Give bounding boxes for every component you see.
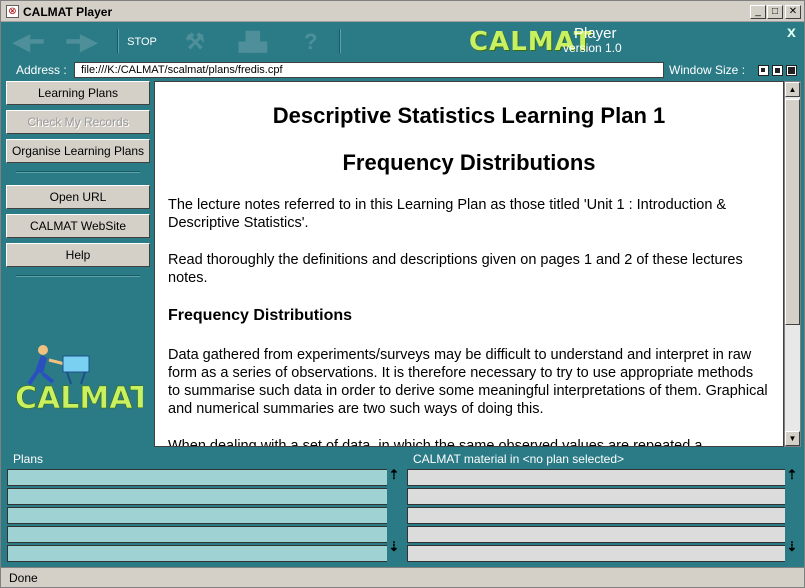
calmat-app-icon[interactable]: ⊗ <box>6 5 19 18</box>
list-item[interactable] <box>407 545 787 562</box>
scroll-down-arrow-icon[interactable]: ⇣ <box>387 539 401 555</box>
page-subtitle: Frequency Distributions <box>342 150 596 175</box>
chart-icon[interactable]: ▟▙ <box>239 29 267 55</box>
scroll-up-arrow-icon[interactable]: ▲ <box>785 82 800 97</box>
check-my-records-button[interactable]: Check My Records <box>6 110 150 134</box>
list-item[interactable] <box>7 488 389 505</box>
list-item[interactable] <box>407 507 787 524</box>
paragraph-dealing-with-data: When dealing with a set of data, in whic… <box>168 438 703 447</box>
window-size-large-button[interactable] <box>786 65 797 76</box>
tools-icon[interactable]: ⚒ <box>185 29 205 55</box>
list-item[interactable] <box>7 545 389 562</box>
open-url-button[interactable]: Open URL <box>6 185 150 209</box>
toolbar-separator <box>117 29 119 53</box>
logo-version-text: version 1.0 <box>563 41 622 55</box>
logo-player-text: Player <box>574 25 617 42</box>
toolbar: ◀━ ━▶ STOP ⚒ ▟▙ ? CALMAT Player version … <box>1 23 804 61</box>
material-list[interactable]: ⇡ ⇣ <box>405 467 801 565</box>
calmat-website-button[interactable]: CALMAT WebSite <box>6 214 150 238</box>
list-item[interactable] <box>407 488 787 505</box>
toolbar-separator <box>339 29 341 53</box>
close-button[interactable]: ✕ <box>785 5 801 19</box>
page-title: Descriptive Statistics Learning Plan 1 <box>272 103 666 128</box>
sidebar-divider <box>16 171 140 173</box>
minimize-button[interactable]: _ <box>750 5 766 19</box>
sidebar-divider <box>16 275 140 277</box>
close-x-icon[interactable]: x <box>787 24 796 42</box>
plans-label: Plans <box>13 452 44 466</box>
list-item[interactable] <box>7 526 389 543</box>
list-item[interactable] <box>7 469 389 486</box>
list-item[interactable] <box>407 469 787 486</box>
content-scrollbar[interactable]: ▲ ▼ <box>784 81 801 447</box>
maximize-button[interactable]: □ <box>767 5 783 19</box>
question-icon[interactable]: ? <box>304 29 317 55</box>
help-button[interactable]: Help <box>6 243 150 267</box>
window-size-small-button[interactable] <box>758 65 769 76</box>
scroll-down-arrow-icon[interactable]: ▼ <box>785 431 800 446</box>
list-item[interactable] <box>407 526 787 543</box>
material-scrollbar[interactable]: ⇡ ⇣ <box>785 467 799 565</box>
plans-list[interactable]: ⇡ ⇣ <box>5 467 401 565</box>
window-size-label: Window Size : <box>669 63 746 77</box>
section-heading: Frequency Distributions <box>168 307 353 324</box>
content-pane: Descriptive Statistics Learning Plan 1 F… <box>154 81 784 447</box>
forward-arrow-icon[interactable]: ━▶ <box>67 29 97 55</box>
organise-learning-plans-button[interactable]: Organise Learning Plans <box>6 139 150 163</box>
scroll-up-arrow-icon[interactable]: ⇡ <box>785 467 799 483</box>
list-item[interactable] <box>7 507 389 524</box>
paragraph-read-definitions: Read thoroughly the definitions and desc… <box>168 252 743 286</box>
address-bar: Address : file:///K:/CALMAT/scalmat/plan… <box>1 61 804 80</box>
paragraph-lecture-notes: The lecture notes referred to in this Le… <box>168 197 727 231</box>
plans-scrollbar[interactable]: ⇡ ⇣ <box>387 467 401 565</box>
calmat-logo-text: CALMAT <box>15 381 143 412</box>
scroll-down-arrow-icon[interactable]: ⇣ <box>785 539 799 555</box>
address-label: Address : <box>16 63 67 77</box>
sidebar: Learning Plans Check My Records Organise… <box>1 80 154 450</box>
title-bar: ⊗ CALMAT Player _ □ ✕ <box>1 1 804 22</box>
calmat-player-window: ⊗ CALMAT Player _ □ ✕ ◀━ ━▶ STOP ⚒ ▟▙ ? … <box>0 0 805 588</box>
status-text: Done <box>9 571 38 585</box>
learning-plans-button[interactable]: Learning Plans <box>6 81 150 105</box>
stop-button[interactable]: STOP <box>125 32 159 52</box>
scroll-up-arrow-icon[interactable]: ⇡ <box>387 467 401 483</box>
window-title: CALMAT Player <box>23 5 113 19</box>
material-label: CALMAT material in <no plan selected> <box>413 452 625 466</box>
back-arrow-icon[interactable]: ◀━ <box>13 29 43 55</box>
status-bar: Done <box>1 567 804 587</box>
scrollbar-thumb[interactable] <box>785 99 800 325</box>
window-size-medium-button[interactable] <box>772 65 783 76</box>
calmat-mascot-logo: CALMAT <box>15 345 143 412</box>
address-input[interactable]: file:///K:/CALMAT/scalmat/plans/fredis.c… <box>74 62 664 78</box>
paragraph-data-gathered: Data gathered from experiments/surveys m… <box>168 347 768 417</box>
